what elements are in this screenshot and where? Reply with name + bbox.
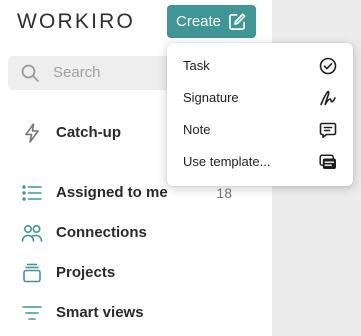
create-button-label: Create (176, 13, 222, 30)
signature-icon (319, 89, 337, 107)
sidebar-item-smart-views[interactable]: Smart views (0, 298, 272, 328)
sidebar-item-projects[interactable]: Projects (0, 258, 272, 288)
search-icon (20, 63, 40, 83)
sidebar-item-label: Smart views (56, 304, 144, 321)
menu-item-label: Signature (183, 90, 239, 105)
menu-item-use-template[interactable]: Use template... (167, 146, 353, 178)
menu-item-label: Task (183, 58, 210, 73)
menu-item-label: Note (183, 122, 211, 137)
template-icon (319, 153, 337, 171)
menu-item-label: Use template... (183, 154, 271, 169)
search-placeholder: Search (53, 64, 101, 81)
lightning-icon (21, 122, 43, 144)
menu-item-task[interactable]: Task (167, 50, 353, 82)
app-logo: WORKIRO (17, 10, 136, 33)
create-button[interactable]: Create (167, 5, 256, 38)
filter-lines-icon (21, 302, 43, 324)
list-icon (21, 182, 43, 204)
people-icon (21, 222, 43, 244)
stack-icon (21, 262, 43, 284)
menu-item-signature[interactable]: Signature (167, 82, 353, 114)
search-input[interactable]: Search (8, 56, 188, 90)
check-circle-icon (319, 57, 337, 75)
comment-icon (319, 121, 337, 139)
edit-square-icon (228, 12, 247, 31)
sidebar-item-connections[interactable]: Connections (0, 218, 272, 248)
sidebar-item-label: Catch-up (56, 124, 121, 141)
sidebar-item-label: Projects (56, 264, 116, 281)
menu-item-note[interactable]: Note (167, 114, 353, 146)
sidebar-item-label: Assigned to me (56, 184, 168, 201)
create-dropdown-menu: Task Signature Note Use template... (167, 43, 353, 186)
sidebar-item-label: Connections (56, 224, 147, 241)
